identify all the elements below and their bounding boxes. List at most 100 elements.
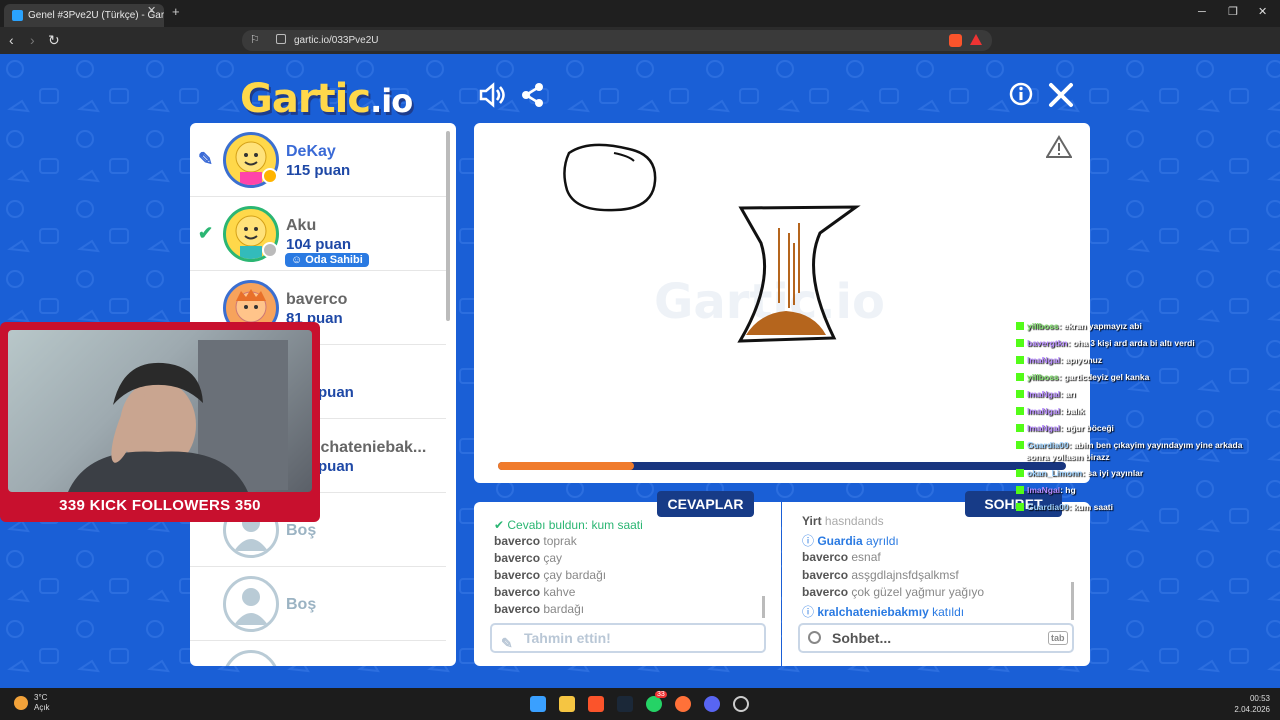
report-warning-icon[interactable] bbox=[1046, 135, 1072, 159]
empty-avatar-icon bbox=[223, 576, 279, 632]
bookmark-icon[interactable]: ⚐ bbox=[250, 33, 260, 46]
browser-tab[interactable]: Genel #3Pve2U (Türkçe) - Gartic bbox=[4, 4, 164, 27]
stream-chat-line: ImaNgal: apıyonuz bbox=[1016, 355, 1102, 365]
close-room-icon[interactable] bbox=[1048, 82, 1074, 108]
answer-item: baverco çay bardağı bbox=[494, 568, 607, 582]
gartic-favicon-icon bbox=[12, 10, 23, 21]
whatsapp-badge: 33 bbox=[655, 691, 667, 698]
stream-chat-line: Guardia00: abim ben çıkayim yayındayım y… bbox=[1016, 440, 1242, 450]
chat-item: baverco çok güzel yağmur yağıyo bbox=[802, 585, 985, 599]
chat-item: baverco esnaf bbox=[802, 550, 881, 564]
stream-chat-line: yillboss: ekran yapmayız abi bbox=[1016, 321, 1142, 331]
clock-time: 00:53 bbox=[1249, 694, 1270, 703]
player-score: puan bbox=[318, 458, 354, 475]
address-bar-row: ‹ › ↻ ⚐ gartic.io/033Pve2U ≡ bbox=[0, 27, 1280, 73]
stream-chat-line: bavergtkn: oha 3 kişi ard arda bi altı v… bbox=[1016, 338, 1195, 348]
reload-icon[interactable]: ↻ bbox=[48, 32, 60, 48]
chat-search-icon bbox=[808, 631, 821, 644]
chat-scrollbar[interactable] bbox=[1071, 582, 1074, 620]
player-score: puan bbox=[318, 384, 354, 401]
answers-panel: ✔ Cevabı buldun: kum saati baverco topra… bbox=[474, 502, 781, 666]
player-name: DeKay bbox=[286, 143, 336, 160]
file-explorer-icon[interactable] bbox=[559, 696, 575, 712]
players-scrollbar[interactable] bbox=[446, 131, 450, 321]
empty-avatar-icon bbox=[223, 650, 279, 666]
back-icon[interactable]: ‹ bbox=[9, 32, 14, 48]
status-dot bbox=[262, 242, 278, 258]
timer-bar bbox=[498, 462, 1066, 470]
answers-tab[interactable]: CEVAPLAR bbox=[657, 491, 754, 517]
pencil-icon: ✎ bbox=[501, 635, 513, 651]
windows-taskbar: 3°C Açık 33 00:53 2.04.2026 bbox=[0, 688, 1280, 720]
player-score: 115 puan bbox=[286, 162, 351, 179]
start-icon[interactable] bbox=[530, 696, 546, 712]
stream-chat-line: yillboss: garticdeyiz gel kanka bbox=[1016, 372, 1149, 382]
stream-chat-line: Guardia00: kum saati bbox=[1016, 502, 1113, 512]
webcam-overlay: 339 KICK FOLLOWERS 350 bbox=[0, 322, 320, 522]
steam-icon[interactable] bbox=[617, 696, 633, 712]
firefox-icon[interactable] bbox=[675, 696, 691, 712]
game-page: Gartic.io ✎ DeKay 115 puan ✔ Aku 104 pua… bbox=[0, 54, 1280, 688]
tab-key-hint: tab bbox=[1048, 631, 1068, 645]
pencil-icon: ✎ bbox=[198, 149, 214, 169]
player-score: 104 puan bbox=[286, 236, 352, 253]
answer-item: baverco kahve bbox=[494, 585, 576, 599]
chat-item: Yirt hasndands bbox=[802, 514, 884, 528]
answers-scrollbar[interactable] bbox=[762, 596, 765, 618]
stream-chat-line: ImaNgal: balık bbox=[1016, 406, 1085, 416]
kick-followers-label: 339 KICK FOLLOWERS 350 bbox=[59, 497, 261, 514]
site-info-icon[interactable] bbox=[276, 34, 286, 44]
drawing: Gartic.io bbox=[563, 143, 885, 343]
gartic-logo: Gartic.io bbox=[240, 76, 413, 122]
restore-icon[interactable]: ❐ bbox=[1228, 6, 1238, 18]
forward-icon[interactable]: › bbox=[30, 32, 35, 48]
whatsapp-icon[interactable] bbox=[646, 696, 662, 712]
tab-close-icon[interactable]: ✕ bbox=[147, 5, 156, 17]
answer-item: baverco toprak bbox=[494, 534, 577, 548]
player-name: lchateniebak... bbox=[316, 439, 427, 456]
browser-tab-bar: Genel #3Pve2U (Türkçe) - Gartic ✕ + ─ ❐ … bbox=[0, 0, 1280, 27]
empty-slot-label: Boş bbox=[286, 596, 317, 613]
brave-icon[interactable] bbox=[588, 696, 604, 712]
weather-icon[interactable] bbox=[14, 696, 28, 710]
discord-icon[interactable] bbox=[704, 696, 720, 712]
empty-slot bbox=[190, 641, 446, 666]
status-dot bbox=[262, 168, 278, 184]
tab-title: Genel #3Pve2U (Türkçe) - Gartic bbox=[28, 10, 164, 21]
player-name: baverco bbox=[286, 291, 348, 308]
system-clock[interactable]: 00:53 2.04.2026 bbox=[1222, 693, 1270, 715]
weather-condition: Açık bbox=[34, 703, 50, 712]
chat-info: ⓘ kralchateniebakmıy katıldı bbox=[802, 605, 965, 619]
guess-input[interactable]: ✎ Tahmin ettin! bbox=[490, 623, 766, 653]
temperature: 3°C bbox=[34, 693, 48, 702]
minimize-icon[interactable]: ─ bbox=[1198, 6, 1206, 18]
room-owner-badge: ☺ Oda Sahibi bbox=[285, 253, 369, 267]
chat-item: baverco asşgdlajnsfdşalkmsf bbox=[802, 568, 959, 582]
drawing-canvas[interactable]: Gartic.io bbox=[474, 123, 1090, 483]
obs-icon[interactable] bbox=[733, 696, 749, 712]
player-row[interactable]: ✎ DeKay 115 puan bbox=[190, 123, 446, 197]
checkmark-icon: ✔ bbox=[198, 223, 214, 243]
player-name: Aku bbox=[286, 217, 317, 234]
chat-input[interactable]: Sohbet... tab bbox=[798, 623, 1074, 653]
url-field[interactable]: ⚐ gartic.io/033Pve2U bbox=[242, 30, 992, 51]
clock-date: 2.04.2026 bbox=[1234, 705, 1270, 714]
player-row[interactable]: ✔ Aku 104 puan ☺ Oda Sahibi bbox=[190, 197, 446, 271]
timer-fill bbox=[498, 462, 635, 470]
chat-info: ⓘ Guardia ayrıldı bbox=[802, 534, 899, 548]
new-tab-icon[interactable]: + bbox=[172, 5, 180, 19]
window-close-icon[interactable]: ✕ bbox=[1258, 6, 1267, 18]
answer-item: baverco bardağı bbox=[494, 602, 585, 616]
stream-chat-line: sonra yollasın birazz bbox=[1026, 452, 1110, 462]
stream-chat-line: ImaNgal: hg bbox=[1016, 485, 1076, 495]
answer-correct: ✔ Cevabı buldun: kum saati bbox=[494, 518, 643, 532]
webcam-video bbox=[8, 330, 312, 492]
sound-icon[interactable] bbox=[478, 82, 506, 108]
stream-chat-line: ImaNgal: uğur böceği bbox=[1016, 423, 1114, 433]
info-icon[interactable] bbox=[1009, 82, 1033, 106]
share-icon[interactable] bbox=[520, 82, 546, 108]
url-text: gartic.io/033Pve2U bbox=[294, 35, 379, 46]
brave-rewards-icon[interactable] bbox=[970, 34, 982, 45]
weather-widget[interactable]: 3°C Açık bbox=[34, 693, 50, 713]
brave-shields-icon[interactable] bbox=[949, 34, 962, 47]
